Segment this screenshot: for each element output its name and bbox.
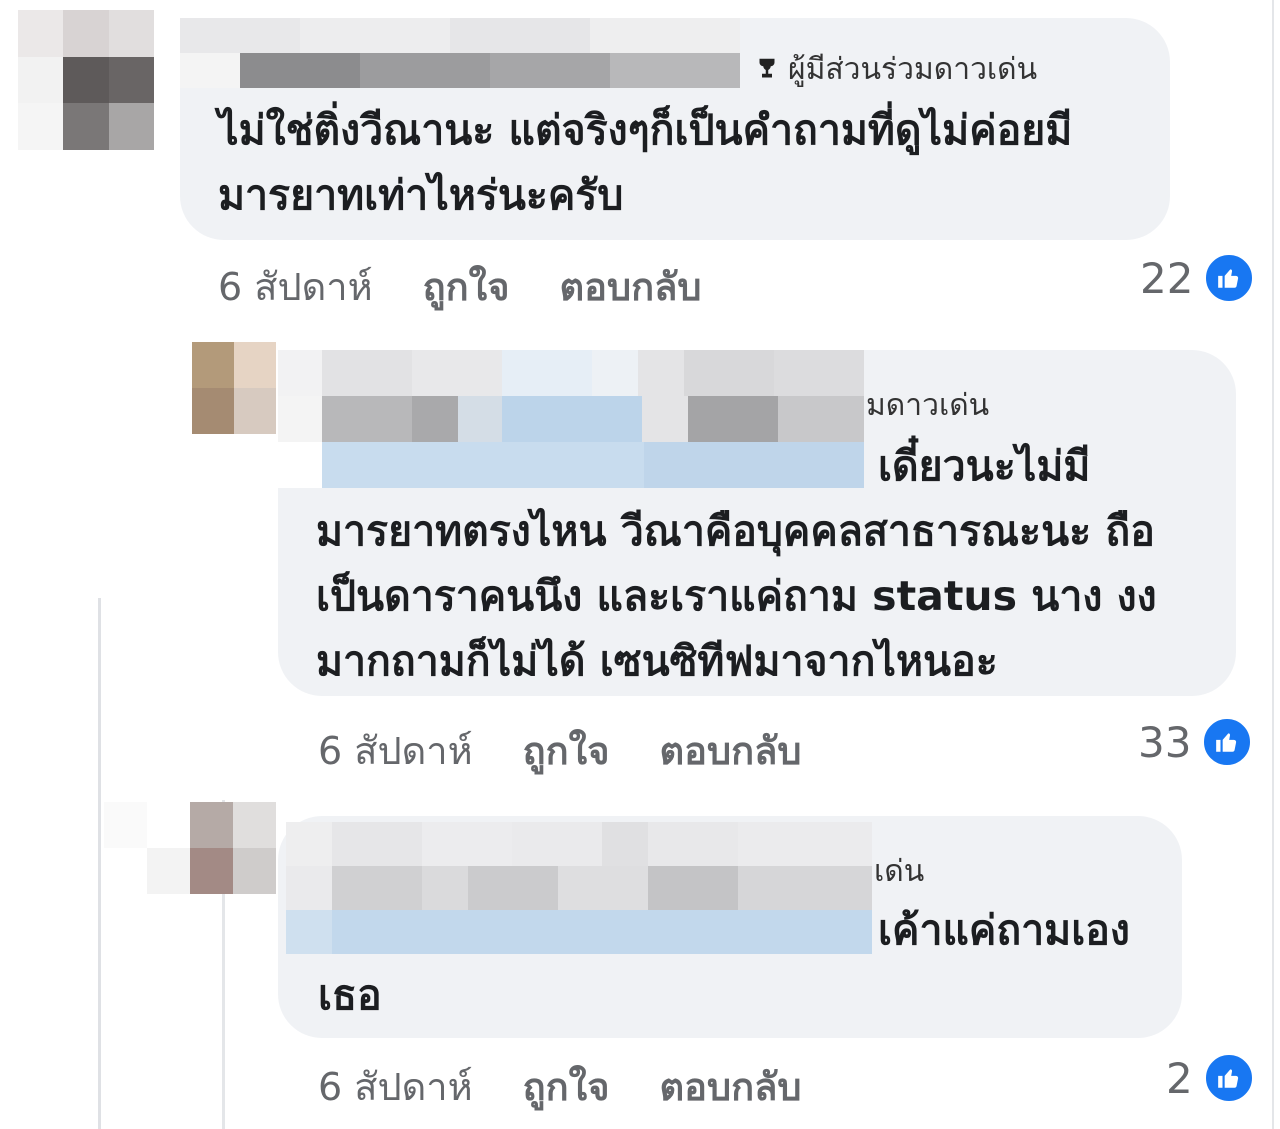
reaction-count[interactable]: 22 — [1140, 252, 1256, 304]
divider — [1272, 0, 1274, 1129]
comment-line: เค้าแค่ถามเอง — [878, 906, 1130, 954]
avatar[interactable] — [18, 10, 154, 150]
reply-button[interactable]: ตอบกลับ — [659, 1056, 801, 1117]
comment-actions: 6 สัปดาห์ ถูกใจ ตอบกลับ — [318, 1056, 802, 1117]
reply-button[interactable]: ตอบกลับ — [559, 256, 701, 317]
comment-line: มารยาทเท่าไหร่นะครับ — [218, 171, 624, 219]
top-fan-badge: ผู้มีส่วนร่วมดาวเด่น — [752, 52, 1037, 88]
reaction-number: 2 — [1166, 1053, 1193, 1103]
reaction-number: 33 — [1138, 717, 1192, 767]
comment-line: ไม่ใช่ติ่งวีณานะ แต่จริงๆก็เป็นคำถามที่ด… — [218, 106, 1073, 154]
avatar[interactable] — [192, 342, 276, 434]
avatar[interactable] — [104, 802, 276, 894]
trophy-icon — [759, 58, 775, 78]
comment-line: เป็นดาราคนนึง และเราแค่ถาม status นาง งง — [316, 572, 1157, 620]
reaction-number: 22 — [1140, 253, 1194, 303]
reaction-count[interactable]: 33 — [1138, 716, 1254, 768]
comment-line: เธอ — [318, 971, 382, 1019]
reply-button[interactable]: ตอบกลับ — [659, 720, 801, 781]
timestamp[interactable]: 6 สัปดาห์ — [218, 256, 373, 317]
timestamp[interactable]: 6 สัปดาห์ — [318, 1056, 473, 1117]
reaction-count[interactable]: 2 — [1166, 1052, 1255, 1104]
like-button[interactable]: ถูกใจ — [523, 1056, 610, 1117]
like-thumb-icon — [1203, 252, 1256, 304]
badge-label: มดาวเด่น — [866, 388, 990, 423]
comment-text: เค้าแค่ถามเอง เธอ — [318, 898, 1130, 1028]
comment-text: ไม่ใช่ติ่งวีณานะ แต่จริงๆก็เป็นคำถามที่ด… — [218, 98, 1072, 228]
badge-label: ผู้มีส่วนร่วมดาวเด่น — [788, 52, 1038, 87]
comment-actions: 6 สัปดาห์ ถูกใจ ตอบกลับ — [218, 256, 702, 317]
comment-line: เดี๋ยวนะไม่มี — [878, 442, 1091, 490]
timestamp[interactable]: 6 สัปดาห์ — [318, 720, 473, 781]
top-fan-badge: มดาวเด่น — [866, 388, 989, 424]
like-thumb-icon — [1201, 716, 1254, 768]
thread-line — [98, 598, 101, 1129]
comment-actions: 6 สัปดาห์ ถูกใจ ตอบกลับ — [318, 720, 802, 781]
blurred-author-name[interactable] — [180, 18, 740, 88]
like-button[interactable]: ถูกใจ — [423, 256, 510, 317]
badge-label: เด่น — [874, 854, 925, 889]
like-thumb-icon — [1202, 1052, 1255, 1104]
comment-text: เดี๋ยวนะไม่มี มารยาทตรงไหน วีณาคือบุคคลส… — [316, 434, 1157, 694]
comment-line: มากถามก็ไม่ได้ เซนซิทีฟมาจากไหนอะ — [316, 637, 998, 685]
top-fan-badge: เด่น — [874, 854, 924, 890]
comment-line: มารยาทตรงไหน วีณาคือบุคคลสาธารณะนะ ถือ — [316, 507, 1155, 555]
like-button[interactable]: ถูกใจ — [523, 720, 610, 781]
